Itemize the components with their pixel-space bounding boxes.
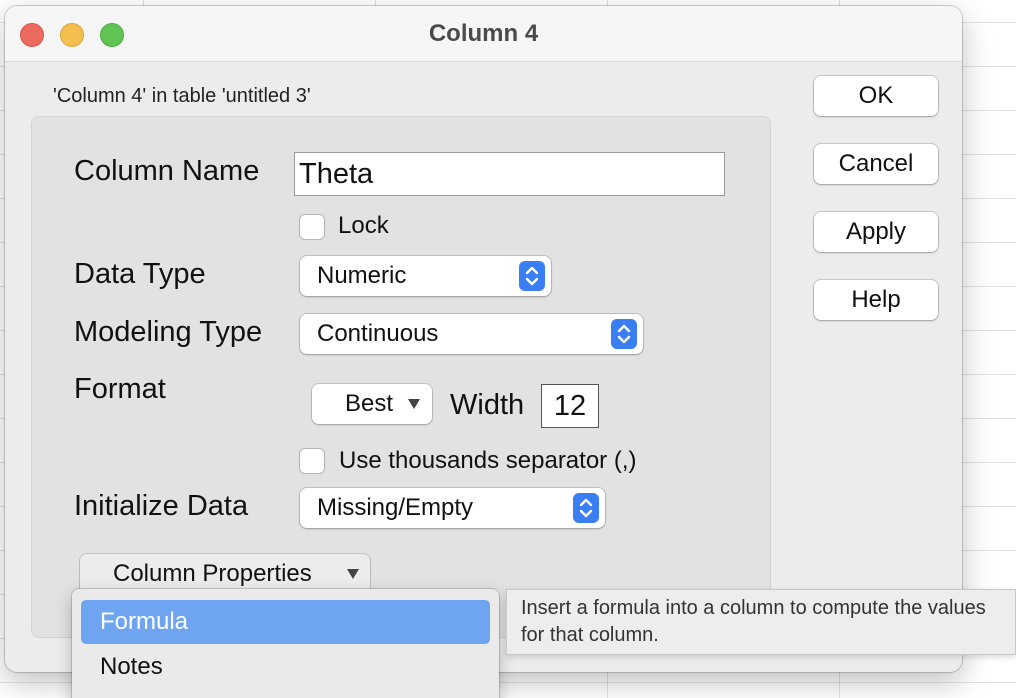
column-name-input[interactable] <box>294 152 725 196</box>
help-button[interactable]: Help <box>814 280 938 320</box>
lock-label: Lock <box>338 212 389 239</box>
up-down-chevron-icon <box>611 319 637 349</box>
title-bar: Column 4 <box>5 6 962 62</box>
apply-button[interactable]: Apply <box>814 212 938 252</box>
format-select[interactable]: Best <box>312 384 432 424</box>
column-properties-label: Column Properties <box>113 560 312 587</box>
initialize-data-label: Initialize Data <box>74 490 249 522</box>
menu-item-formula[interactable]: Formula <box>81 600 490 644</box>
format-value: Best <box>345 390 394 417</box>
up-down-chevron-icon <box>519 261 545 291</box>
width-label: Width <box>450 389 525 421</box>
initialize-data-select[interactable]: Missing/Empty <box>300 488 605 528</box>
column-name-label: Column Name <box>74 155 260 187</box>
data-type-value: Numeric <box>317 262 407 289</box>
up-down-chevron-icon <box>573 493 599 523</box>
initialize-data-value: Missing/Empty <box>317 494 474 521</box>
ok-button[interactable]: OK <box>814 76 938 116</box>
triangle-down-icon <box>347 569 359 579</box>
menu-item-notes[interactable]: Notes <box>81 645 490 689</box>
lock-checkbox[interactable] <box>299 214 325 240</box>
modeling-type-value: Continuous <box>317 320 439 347</box>
width-input[interactable] <box>541 384 599 428</box>
data-type-select[interactable]: Numeric <box>300 256 551 296</box>
data-type-label: Data Type <box>74 258 206 290</box>
dialog-subtitle: 'Column 4' in table 'untitled 3' <box>53 85 311 107</box>
triangle-down-icon <box>408 399 420 409</box>
thousands-separator-label: Use thousands separator (,) <box>339 447 637 474</box>
modeling-type-label: Modeling Type <box>74 316 263 348</box>
formula-tooltip: Insert a formula into a column to comput… <box>506 589 1016 655</box>
window-title: Column 4 <box>428 20 539 47</box>
modeling-type-select[interactable]: Continuous <box>300 314 643 354</box>
column-properties-menu: Formula Notes <box>72 589 499 698</box>
cancel-button[interactable]: Cancel <box>814 144 938 184</box>
thousands-separator-checkbox[interactable] <box>299 448 325 474</box>
format-label: Format <box>74 373 166 405</box>
column-properties-button[interactable]: Column Properties <box>80 554 370 594</box>
